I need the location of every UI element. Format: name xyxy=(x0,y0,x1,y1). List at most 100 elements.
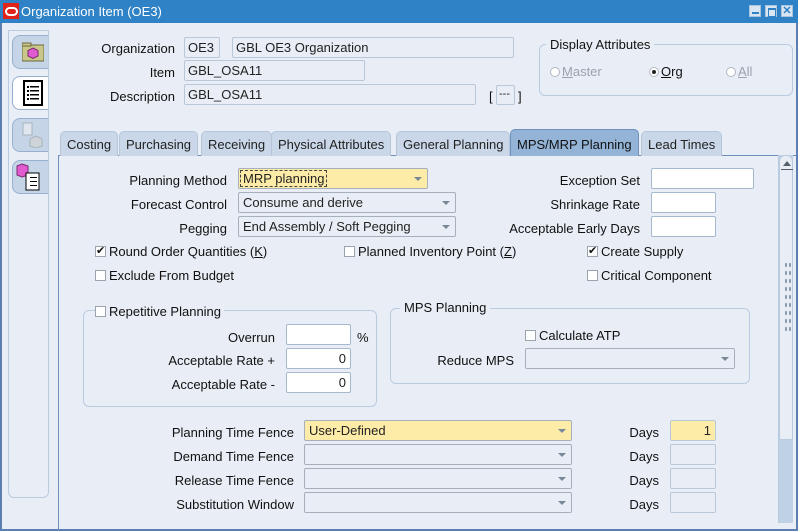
release-time-fence-days-field[interactable] xyxy=(670,468,716,489)
description-field[interactable]: GBL_OSA11 xyxy=(184,84,476,105)
checkbox-icon xyxy=(95,270,106,281)
reduce-mps-label: Reduce MPS xyxy=(437,353,514,368)
pegging-label: Pegging xyxy=(179,221,227,236)
item-label: Item xyxy=(149,65,175,80)
overrun-percent-unit: % xyxy=(357,330,369,345)
radio-selected-icon xyxy=(649,67,659,77)
overrun-label: Overrun xyxy=(228,330,275,345)
dff-open-bracket: [ xyxy=(489,89,493,104)
organization-code-field[interactable]: OE3 xyxy=(184,37,220,58)
dropdown-arrow-icon xyxy=(558,453,566,457)
checkbox-checked-icon xyxy=(587,244,598,257)
oracle-logo-icon xyxy=(3,3,19,19)
radio-master[interactable]: Master xyxy=(550,64,602,79)
exclude-from-budget-checkbox[interactable]: Exclude From Budget xyxy=(95,268,234,283)
acceptable-rate-minus-label: Acceptable Rate - xyxy=(171,377,275,392)
release-time-fence-select[interactable] xyxy=(304,468,572,489)
dropdown-arrow-icon xyxy=(442,225,450,229)
planning-time-fence-label: Planning Time Fence xyxy=(171,425,294,440)
tab-physical-attributes[interactable]: Physical Attributes xyxy=(271,131,392,156)
folder-cube-icon xyxy=(22,42,44,62)
minimize-button[interactable] xyxy=(749,5,761,17)
forecast-control-label: Forecast Control xyxy=(130,197,227,212)
planned-inventory-point-checkbox[interactable]: Planned Inventory Point (Z) xyxy=(344,244,516,259)
description-label: Description xyxy=(109,89,175,104)
acceptable-early-days-field[interactable] xyxy=(651,216,716,237)
exception-set-label: Exception Set xyxy=(559,173,640,188)
radio-circle-icon xyxy=(726,67,736,77)
dropdown-arrow-icon xyxy=(558,429,566,433)
radio-circle-icon xyxy=(550,67,560,77)
left-tab-attributes-list[interactable] xyxy=(12,76,48,110)
mps-planning-group: MPS Planning xyxy=(390,300,750,384)
planning-days-label: Days xyxy=(629,425,659,440)
dropdown-arrow-icon xyxy=(721,357,729,361)
close-button[interactable]: ✕ xyxy=(781,5,793,17)
release-time-fence-label: Release Time Fence xyxy=(174,473,294,488)
item-field[interactable]: GBL_OSA11 xyxy=(184,60,365,81)
round-order-quantities-checkbox[interactable]: Round Order Quantities (K) xyxy=(95,244,267,259)
planning-time-fence-value: User-Defined xyxy=(309,423,386,438)
organization-label: Organization xyxy=(101,41,175,56)
substitution-window-days-field[interactable] xyxy=(670,492,716,513)
title-bar[interactable]: Organization Item (OE3) ✕ xyxy=(0,0,798,23)
planning-method-label: Planning Method xyxy=(129,173,227,188)
radio-org[interactable]: Org xyxy=(649,64,683,79)
radio-all[interactable]: All xyxy=(726,64,752,79)
planning-method-value: MRP planning xyxy=(240,170,328,187)
overrun-field[interactable] xyxy=(286,324,351,345)
forecast-control-value: Consume and derive xyxy=(243,195,363,210)
acceptable-rate-minus-field[interactable]: 0 xyxy=(286,372,351,393)
checkbox-icon xyxy=(344,246,355,257)
reduce-mps-select[interactable] xyxy=(525,348,735,369)
left-tab-item-list[interactable] xyxy=(12,160,48,194)
checkbox-icon xyxy=(95,306,106,317)
tab-mps-mrp-planning[interactable]: MPS/MRP Planning xyxy=(510,129,639,156)
demand-time-fence-label: Demand Time Fence xyxy=(173,449,294,464)
vertical-scrollbar[interactable] xyxy=(778,155,793,523)
planning-time-fence-days-field[interactable]: 1 xyxy=(670,420,716,441)
organization-item-window: Organization Item (OE3) ✕ Organization O… xyxy=(0,0,798,531)
tab-general-planning[interactable]: General Planning xyxy=(396,131,511,156)
shrinkage-rate-field[interactable] xyxy=(651,192,716,213)
planning-method-select[interactable]: MRP planning xyxy=(238,168,428,189)
calculate-atp-checkbox[interactable]: Calculate ATP xyxy=(525,328,620,343)
tab-receiving[interactable]: Receiving xyxy=(201,131,273,156)
building-cube-icon xyxy=(22,122,43,148)
demand-days-label: Days xyxy=(629,449,659,464)
checkbox-icon xyxy=(525,330,536,341)
maximize-button[interactable] xyxy=(765,5,777,17)
tab-lead-times[interactable]: Lead Times xyxy=(641,131,723,156)
acceptable-early-days-label: Acceptable Early Days xyxy=(509,221,640,236)
dropdown-arrow-icon xyxy=(414,177,422,181)
acceptable-rate-plus-field[interactable]: 0 xyxy=(286,348,351,369)
pegging-select[interactable]: End Assembly / Soft Pegging xyxy=(238,216,456,237)
scroll-up-arrow-icon[interactable] xyxy=(783,161,791,166)
checkbox-checked-icon xyxy=(95,244,106,257)
left-tab-organization-folder[interactable] xyxy=(12,35,48,69)
dropdown-arrow-icon xyxy=(442,201,450,205)
tab-purchasing[interactable]: Purchasing xyxy=(119,131,199,156)
release-days-label: Days xyxy=(629,473,659,488)
tab-costing[interactable]: Costing xyxy=(60,131,119,156)
dff-close-bracket: ] xyxy=(518,89,522,104)
left-tab-organizations[interactable] xyxy=(12,118,48,152)
repetitive-planning-checkbox[interactable]: Repetitive Planning xyxy=(95,304,225,319)
substitution-days-label: Days xyxy=(629,497,659,512)
create-supply-checkbox[interactable]: Create Supply xyxy=(587,244,683,259)
mps-planning-title: MPS Planning xyxy=(400,300,491,315)
dropdown-arrow-icon xyxy=(558,501,566,505)
acceptable-rate-plus-label: Acceptable Rate + xyxy=(168,353,275,368)
demand-time-fence-days-field[interactable] xyxy=(670,444,716,465)
substitution-window-select[interactable] xyxy=(304,492,572,513)
critical-component-checkbox[interactable]: Critical Component xyxy=(587,268,712,283)
scrollbar-thumb[interactable] xyxy=(779,155,793,440)
exception-set-field[interactable] xyxy=(651,168,754,189)
demand-time-fence-select[interactable] xyxy=(304,444,572,465)
dropdown-arrow-icon xyxy=(558,477,566,481)
forecast-control-select[interactable]: Consume and derive xyxy=(238,192,456,213)
scroll-grip-icon xyxy=(784,261,792,333)
planning-time-fence-select[interactable]: User-Defined xyxy=(304,420,572,441)
descriptive-flexfield[interactable]: --- xyxy=(496,85,515,105)
organization-name-field[interactable]: GBL OE3 Organization xyxy=(232,37,514,58)
